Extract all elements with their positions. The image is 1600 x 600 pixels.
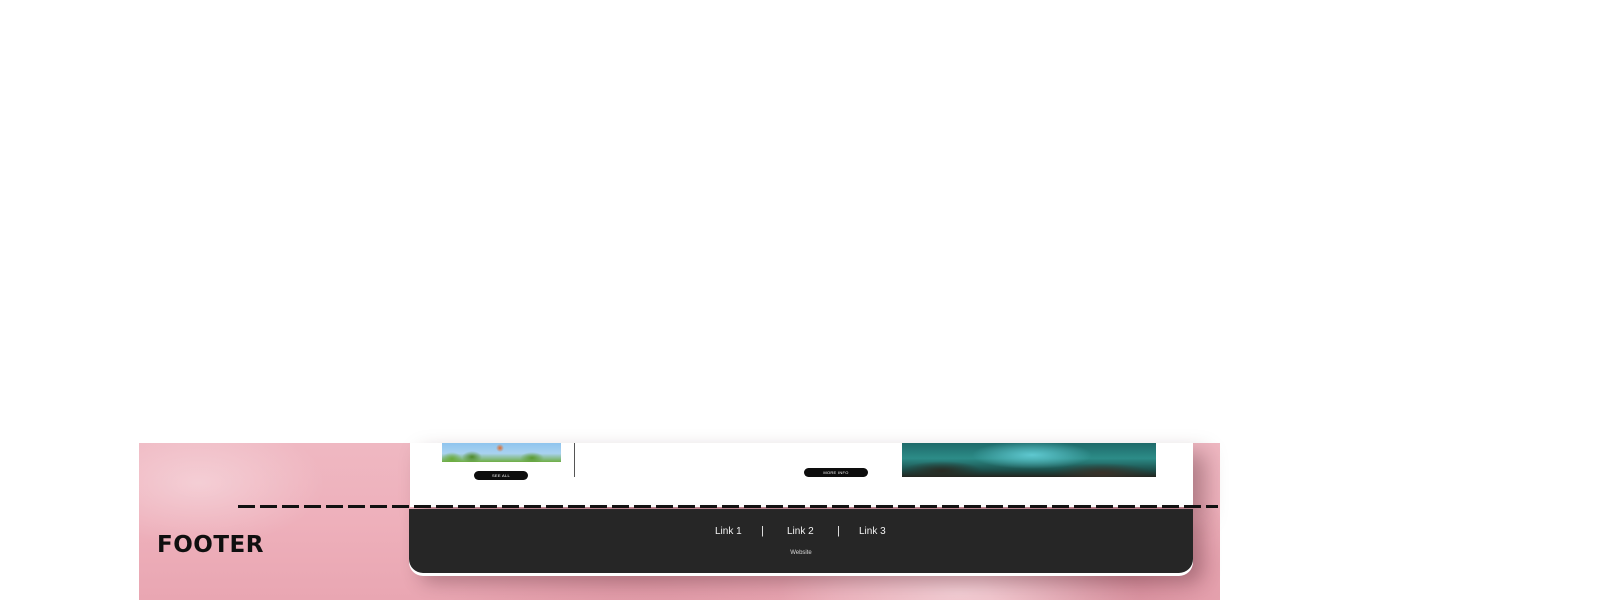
footer-caption: Website [790,550,812,556]
dashed-divider-line [238,505,1218,508]
page: FOOTER SEE ALL MORE INFO Link 1 | Link 2… [0,0,1600,600]
footer-heading: FOOTER [157,532,264,558]
water-landscape-image [902,443,1156,477]
footer-link-1[interactable]: Link 1 [715,526,742,537]
more-info-button[interactable]: MORE INFO [804,468,868,477]
flowers-thumbnail-image [442,443,561,462]
see-all-button[interactable]: SEE ALL [474,471,528,480]
content-card: SEE ALL MORE INFO [410,443,1193,507]
link-separator: | [837,525,840,537]
footer-link-2[interactable]: Link 2 [787,526,814,537]
footer-bar: Link 1 | Link 2 | Link 3 Website [409,509,1193,573]
link-separator: | [761,525,764,537]
vertical-divider [574,443,575,477]
footer-link-3[interactable]: Link 3 [859,526,886,537]
